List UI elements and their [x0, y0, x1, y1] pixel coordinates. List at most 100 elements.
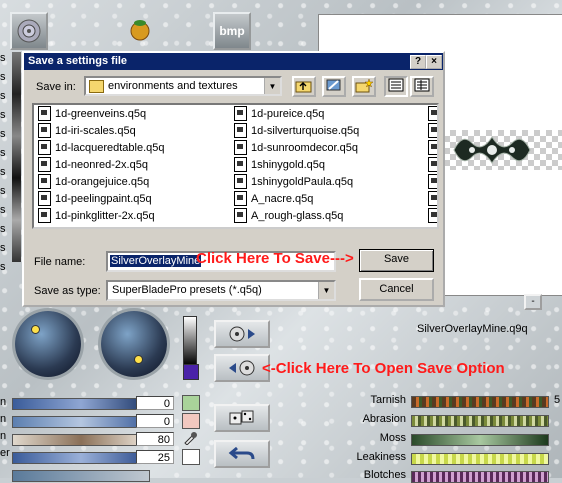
left-slider-5[interactable]: [12, 470, 150, 482]
tarnish-slider[interactable]: [411, 396, 549, 408]
cancel-button-label: Cancel: [379, 283, 414, 295]
reflection-handle[interactable]: [134, 355, 143, 364]
file-item[interactable]: 1d-lacqueredtable.q5q: [38, 139, 164, 156]
file-name: 1d-orangejuice.q5q: [55, 176, 150, 188]
fruit-icon[interactable]: [127, 16, 153, 42]
color-swatch-pink[interactable]: [182, 413, 200, 429]
up-folder-button[interactable]: [292, 76, 316, 97]
minimize-label: -: [531, 296, 535, 307]
save-in-dropdown[interactable]: environments and textures ▼: [84, 76, 282, 96]
value-field-4[interactable]: 25: [136, 450, 174, 464]
row-label: n: [0, 396, 7, 408]
left-slider-1[interactable]: [12, 398, 150, 410]
file-icon: [38, 122, 51, 138]
cd-play-icon: [229, 326, 255, 342]
save-button[interactable]: Save: [359, 249, 434, 272]
save-in-label: Save in:: [36, 81, 76, 93]
eyedropper-icon[interactable]: [182, 431, 198, 446]
file-icon: [428, 190, 437, 206]
strip-letter: s: [0, 147, 6, 159]
file-name-value: SilverOverlayMine: [110, 255, 202, 267]
file-icon: [428, 122, 437, 138]
save-as-type-label: Save as type:: [34, 285, 101, 297]
save-as-type-dropdown[interactable]: SuperBladePro presets (*.q5q) ▼: [106, 280, 336, 301]
value-field-2[interactable]: 0: [136, 414, 174, 428]
reflection-sphere[interactable]: [101, 311, 167, 377]
light-handle[interactable]: [31, 325, 40, 334]
color-swatch-white[interactable]: [182, 449, 200, 465]
randomize-button[interactable]: [214, 404, 270, 432]
abrasion-slider[interactable]: [411, 415, 549, 427]
file-icon: [234, 207, 247, 223]
file-icon: [38, 139, 51, 155]
chevron-down-icon[interactable]: ▼: [318, 282, 334, 299]
file-item[interactable]: 1d-sunroomdecor.q5q: [234, 139, 358, 156]
new-folder-button[interactable]: [352, 76, 376, 97]
minimize-preview-button[interactable]: -: [524, 294, 542, 310]
target-tool-button[interactable]: [10, 12, 48, 50]
file-item-partial[interactable]: [428, 105, 437, 122]
file-item-partial[interactable]: [428, 156, 437, 173]
file-item-partial[interactable]: [428, 122, 437, 139]
file-name: 1d-silverturquoise.q5q: [251, 125, 360, 137]
file-icon: [234, 139, 247, 155]
file-icon: [428, 139, 437, 155]
file-list[interactable]: 1d-greenveins.q5q 1d-iri-scales.q5q 1d-l…: [32, 103, 439, 229]
value-field-3[interactable]: 80: [136, 432, 174, 446]
left-slider-4[interactable]: [12, 452, 150, 464]
tarnish-value[interactable]: 5: [554, 394, 560, 406]
left-slider-3[interactable]: [12, 434, 150, 446]
file-item-partial[interactable]: [428, 173, 437, 190]
file-item[interactable]: 1d-pureice.q5q: [234, 105, 324, 122]
cancel-button[interactable]: Cancel: [359, 278, 434, 301]
strip-letter: s: [0, 185, 6, 197]
left-options-strip: s s s s s s s s s s s s: [0, 52, 12, 312]
details-view-button[interactable]: [410, 76, 434, 97]
color-swatch-green[interactable]: [182, 395, 200, 411]
strip-letter: s: [0, 204, 6, 216]
list-view-button[interactable]: [384, 76, 408, 97]
save-in-value: environments and textures: [108, 80, 238, 92]
swatch-column[interactable]: [12, 52, 21, 262]
up-folder-icon: [295, 81, 312, 93]
help-button[interactable]: ?: [410, 55, 426, 69]
file-item-partial[interactable]: [428, 139, 437, 156]
undo-button[interactable]: [214, 440, 270, 468]
desktop-button[interactable]: [322, 76, 346, 97]
blotches-slider[interactable]: [411, 471, 549, 483]
file-icon: [234, 122, 247, 138]
file-item[interactable]: A_rough-glass.q5q: [234, 207, 343, 224]
file-item[interactable]: 1d-pinkglitter-2x.q5q: [38, 207, 155, 224]
gradient-slider[interactable]: [183, 316, 197, 366]
file-item[interactable]: A_nacre.q5q: [234, 190, 313, 207]
light-direction-sphere[interactable]: [15, 311, 81, 377]
file-item-partial[interactable]: [428, 207, 437, 224]
left-slider-2[interactable]: [12, 416, 150, 428]
file-item[interactable]: 1shinygoldPaula.q5q: [234, 173, 353, 190]
file-item-partial[interactable]: [428, 190, 437, 207]
moss-slider[interactable]: [411, 434, 549, 446]
file-item[interactable]: 1d-peelingpaint.q5q: [38, 190, 152, 207]
strip-letter: s: [0, 261, 6, 273]
file-item[interactable]: 1d-orangejuice.q5q: [38, 173, 150, 190]
target-icon: [17, 19, 41, 43]
property-label-abrasion: Abrasion: [362, 413, 406, 425]
file-item[interactable]: 1d-neonred-2x.q5q: [38, 156, 148, 173]
dialog-titlebar[interactable]: Save a settings file ? ×: [24, 53, 443, 70]
bmp-button[interactable]: bmp: [213, 12, 251, 50]
play-preset-button[interactable]: [214, 320, 270, 348]
row-label: n: [0, 413, 7, 425]
file-item[interactable]: 1d-silverturquoise.q5q: [234, 122, 360, 139]
file-item[interactable]: 1d-iri-scales.q5q: [38, 122, 136, 139]
file-item[interactable]: 1d-greenveins.q5q: [38, 105, 146, 122]
file-item[interactable]: 1shinygold.q5q: [234, 156, 325, 173]
list-view-icon: [388, 78, 404, 92]
leakiness-slider[interactable]: [411, 453, 549, 465]
color-swatch-purple[interactable]: [183, 364, 199, 380]
value-field-1[interactable]: 0: [136, 396, 174, 410]
left-bottom-labels: n n n er: [0, 396, 12, 459]
chevron-down-icon[interactable]: ▼: [264, 78, 280, 94]
close-button[interactable]: ×: [426, 55, 442, 69]
file-name: 1d-pinkglitter-2x.q5q: [55, 210, 155, 222]
strip-letter: s: [0, 128, 6, 140]
